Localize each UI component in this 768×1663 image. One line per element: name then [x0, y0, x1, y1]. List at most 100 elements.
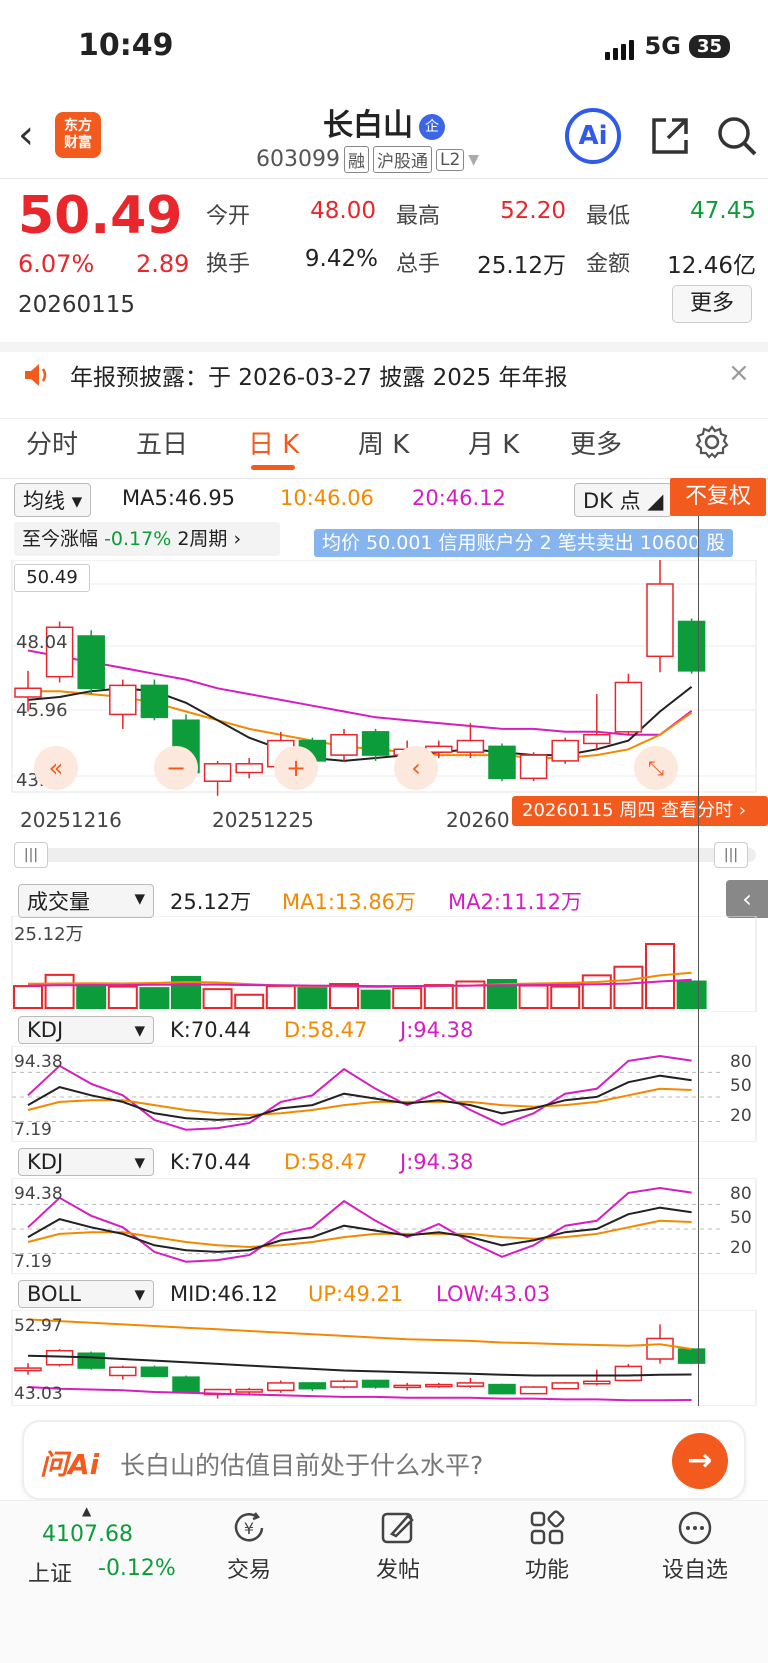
- kdj2-j-line: [27, 1186, 692, 1263]
- dropdown-arrow-icon: ▼: [468, 151, 480, 168]
- nav-watchlist[interactable]: 设自选: [640, 1508, 750, 1584]
- index-name[interactable]: 上证: [28, 1556, 72, 1588]
- battery-icon: 35: [688, 34, 730, 58]
- trade-icon: ¥: [234, 1512, 264, 1542]
- tab-weekly-k[interactable]: 周 K: [358, 424, 409, 461]
- volume-bar-3: [107, 985, 138, 1009]
- selected-date-tag[interactable]: 20260115 周四 查看分时 ›: [512, 796, 768, 826]
- tab-daily-k[interactable]: 日 K: [248, 424, 299, 461]
- active-tab-indicator: [251, 465, 295, 470]
- close-icon[interactable]: ×: [728, 358, 750, 388]
- volume-bar-11: [360, 989, 391, 1009]
- candle-body-18: [583, 734, 611, 745]
- index-value[interactable]: 4107.68: [42, 1522, 133, 1547]
- ma-select[interactable]: 均线 ▾: [14, 483, 92, 517]
- share-icon[interactable]: [648, 114, 692, 162]
- kdj-select-1-label: KDJ: [27, 1018, 64, 1042]
- boll-select[interactable]: BOLL ▾: [18, 1280, 154, 1308]
- nav-functions[interactable]: 功能: [492, 1508, 602, 1584]
- ma-select-label: 均线: [23, 489, 65, 513]
- dk-select[interactable]: DK 点 ◢: [574, 483, 673, 517]
- crosshair-line: [698, 516, 699, 1406]
- volume-axis-top: 25.12万: [14, 924, 84, 945]
- kdj1-level-80: 80: [730, 1052, 752, 1072]
- trade-banner[interactable]: 均价 50.001 信用账户分 2 笔共卖出 10600 股: [314, 529, 734, 557]
- boll-candle-4: [140, 1366, 169, 1378]
- more-button[interactable]: 更多: [672, 285, 752, 323]
- volume-select-label: 成交量: [27, 890, 90, 914]
- boll-up-line: [27, 1318, 692, 1350]
- boll-candle-7: [235, 1388, 263, 1393]
- nav-post[interactable]: 发帖: [343, 1508, 453, 1584]
- candle-body-2: [77, 635, 105, 690]
- volume-chart[interactable]: [0, 916, 768, 1012]
- notice-text[interactable]: 年报预披露：于 2026-03-27 披露 2025 年年报: [70, 358, 567, 392]
- ask-ai-input[interactable]: 长白山的估值目前处于什么水平?: [120, 1446, 483, 1482]
- boll-select-label: BOLL: [27, 1282, 81, 1306]
- stock-subtitle[interactable]: 603099 融 沪股通 L2 ▼: [256, 146, 479, 173]
- kdj2-d: D:58.47: [284, 1150, 368, 1174]
- nav-post-label: 发帖: [375, 1558, 420, 1583]
- scroll-left-icon[interactable]: ‹: [394, 746, 438, 790]
- zoom-out-icon[interactable]: −: [154, 746, 198, 790]
- more-dots-icon: [678, 1511, 712, 1545]
- zoom-in-icon[interactable]: +: [274, 746, 318, 790]
- ma5-value: MA5:46.95: [122, 486, 236, 510]
- kdj-chart-2[interactable]: [0, 1178, 768, 1274]
- scroll-left-fast-icon[interactable]: «: [34, 746, 78, 790]
- header-divider: [0, 178, 768, 179]
- level2-tag: L2: [435, 148, 465, 171]
- volume-label: 总手: [396, 252, 441, 277]
- boll-candle-5: [172, 1376, 200, 1393]
- adjust-button[interactable]: 不复权: [670, 478, 766, 516]
- grid-icon: [530, 1510, 565, 1545]
- change-percent: 6.07%: [18, 250, 95, 278]
- volume-bar-0: [13, 985, 43, 1009]
- margin-tag: 融: [343, 146, 369, 173]
- candle-body-20: [646, 583, 674, 658]
- volume-select[interactable]: 成交量 ▾: [18, 884, 154, 918]
- collapse-panel-icon[interactable]: ‹: [726, 880, 768, 918]
- tab-monthly-k[interactable]: 月 K: [468, 424, 519, 461]
- status-indicators: 5G 35: [604, 32, 730, 60]
- scroll-handle-left[interactable]: |||: [14, 842, 48, 868]
- date-label-3: 20260: [446, 808, 510, 832]
- ma10-value: 10:46.06: [280, 486, 374, 510]
- boll-chart[interactable]: [0, 1310, 768, 1406]
- kdj-select-1[interactable]: KDJ ▾: [18, 1016, 154, 1044]
- search-icon[interactable]: [715, 114, 759, 162]
- chart-scrollbar[interactable]: [14, 848, 756, 862]
- boll-candle-3: [109, 1366, 137, 1377]
- boll-axis-bottom: 43.03: [14, 1384, 63, 1404]
- kdj-chart-1[interactable]: [0, 1046, 768, 1142]
- volume-bar-13: [423, 984, 454, 1009]
- volume-bar-2: [76, 983, 107, 1010]
- turnover-value: 9.42%: [304, 246, 378, 272]
- boll-candle-10: [330, 1380, 358, 1388]
- arrow-right-icon[interactable]: →: [672, 1433, 728, 1489]
- fullscreen-icon[interactable]: ⤡: [634, 746, 678, 790]
- candle-body-16: [519, 754, 548, 780]
- scroll-handle-right[interactable]: |||: [714, 842, 748, 868]
- volume-bar-18: [581, 974, 612, 1009]
- candle-body-10: [330, 734, 358, 756]
- range-change[interactable]: 至今涨幅 -0.17% 2周期 ›: [14, 522, 280, 556]
- tab-more[interactable]: 更多: [570, 424, 622, 461]
- kdj1-d-line: [27, 1087, 692, 1117]
- date-label-1: 20251216: [20, 808, 122, 832]
- kdj2-level-50: 50: [730, 1208, 752, 1228]
- current-price: 50.49: [18, 186, 183, 246]
- volume-bar-12: [392, 987, 423, 1009]
- volume-bar-21: [676, 980, 707, 1009]
- edit-icon: [381, 1512, 414, 1544]
- index-change[interactable]: -0.12%: [98, 1556, 176, 1581]
- nav-trade[interactable]: ¥ 交易: [194, 1508, 304, 1584]
- tab-five-day[interactable]: 五日: [136, 424, 188, 461]
- speaker-icon: [22, 360, 52, 394]
- tab-intraday[interactable]: 分时: [26, 424, 78, 461]
- ai-button[interactable]: Ai: [565, 108, 621, 164]
- gear-icon[interactable]: [694, 424, 730, 464]
- stock-code: 603099: [256, 147, 340, 172]
- kdj-select-2[interactable]: KDJ ▾: [18, 1148, 154, 1176]
- candle-body-11: [361, 731, 390, 756]
